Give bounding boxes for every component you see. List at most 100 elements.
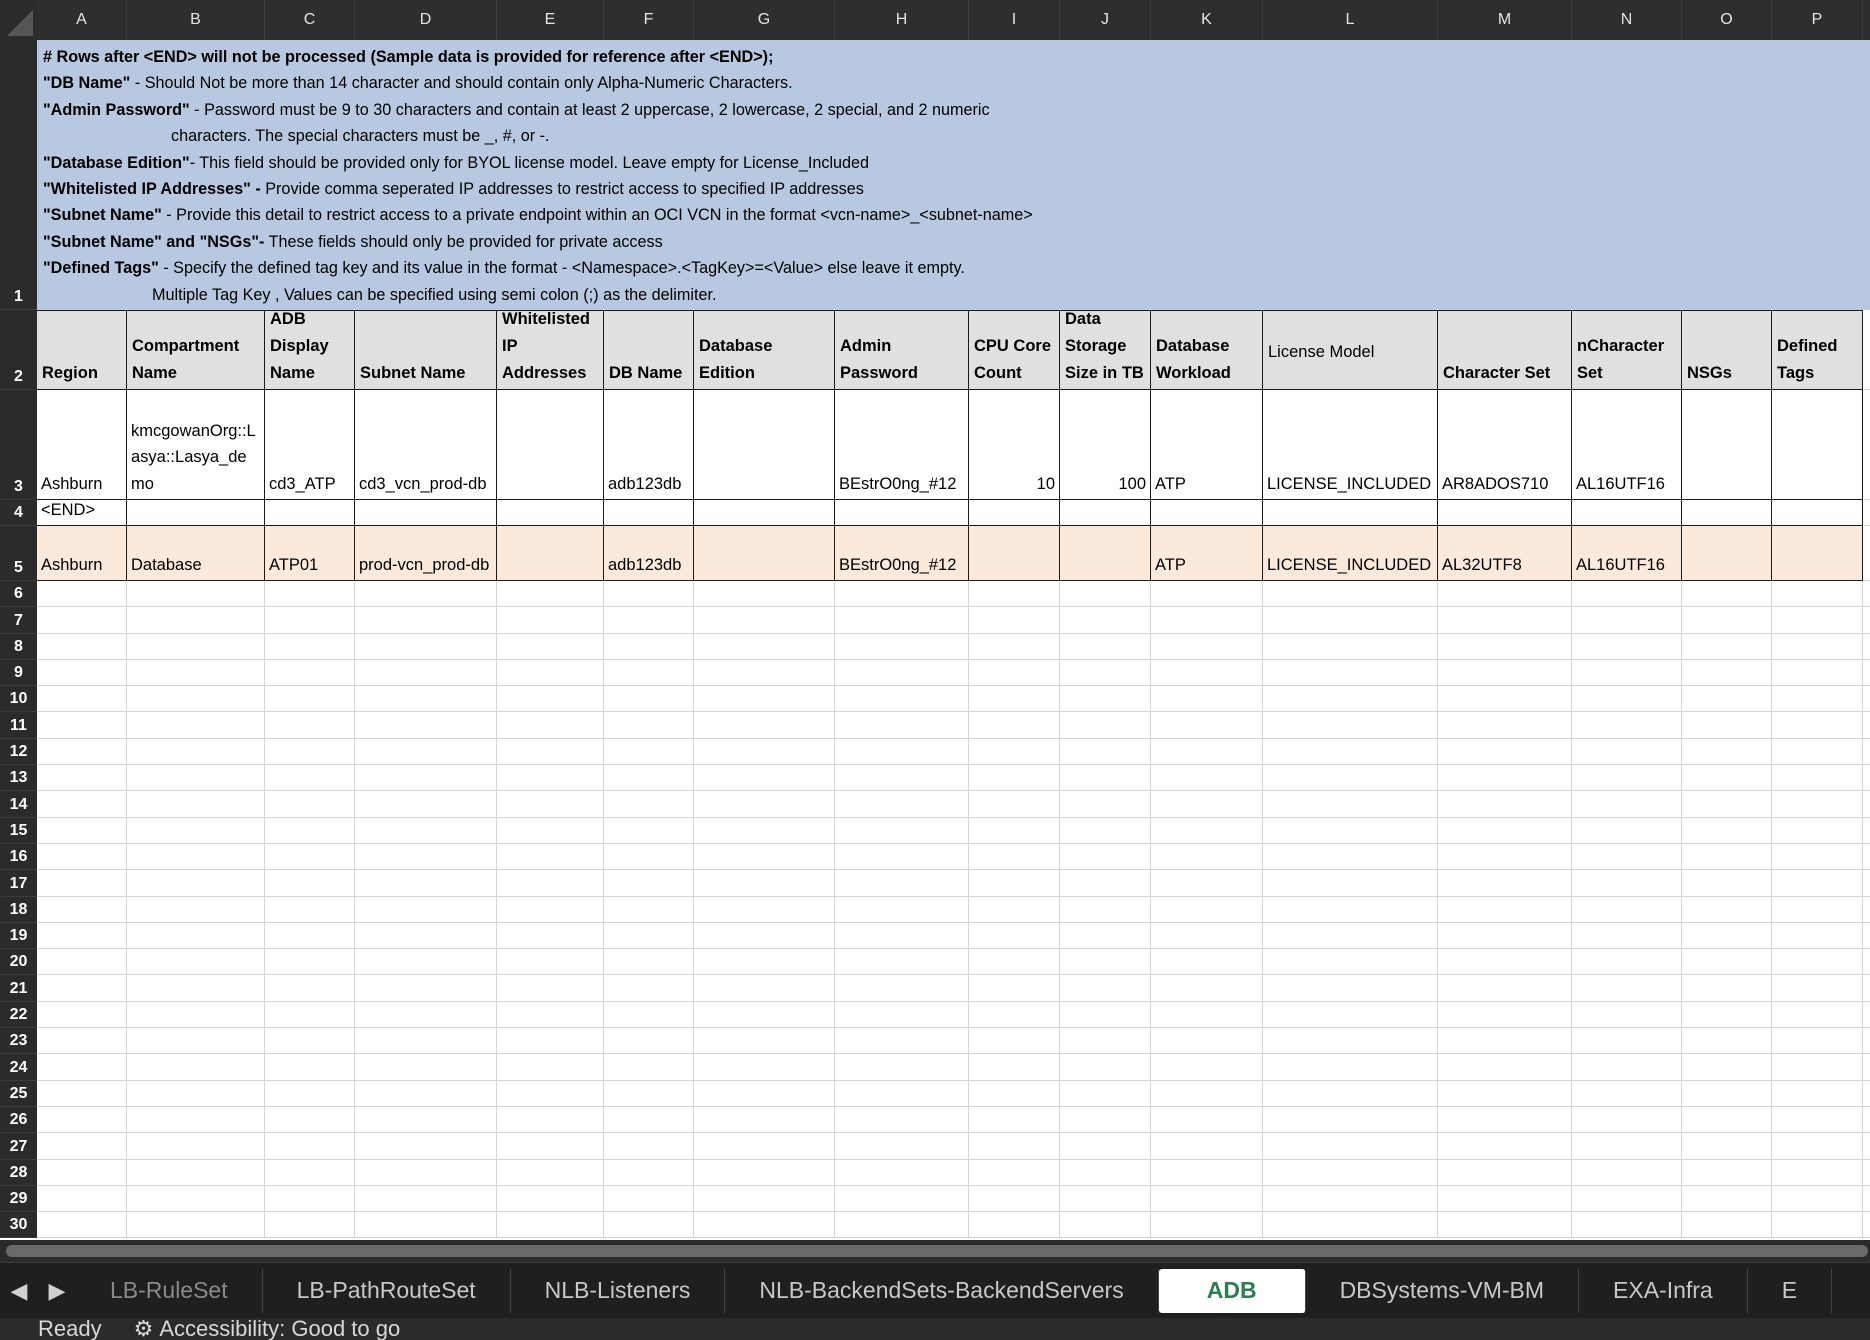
table-cell[interactable] bbox=[1263, 500, 1438, 526]
table-cell[interactable] bbox=[694, 1185, 835, 1213]
table-cell[interactable] bbox=[1682, 738, 1772, 766]
table-cell[interactable]: BEstrO0ng_#12 bbox=[835, 526, 969, 581]
table-cell[interactable] bbox=[37, 686, 127, 713]
table-cell[interactable] bbox=[1572, 500, 1682, 526]
table-cell[interactable] bbox=[1682, 1001, 1772, 1029]
prev-sheet-icon[interactable]: ◀ bbox=[0, 1271, 38, 1311]
column-title-cell[interactable]: DB Name bbox=[604, 310, 694, 390]
table-cell[interactable] bbox=[835, 1185, 969, 1213]
table-cell[interactable] bbox=[1682, 975, 1772, 1002]
table-cell[interactable] bbox=[1438, 949, 1572, 976]
table-cell[interactable] bbox=[969, 1106, 1060, 1134]
table-cell[interactable]: ATP bbox=[1151, 526, 1263, 581]
table-cell[interactable] bbox=[1572, 896, 1682, 923]
row-header[interactable]: 26 bbox=[0, 1106, 37, 1134]
table-cell[interactable] bbox=[355, 1133, 497, 1160]
table-cell[interactable] bbox=[969, 1212, 1060, 1239]
table-cell[interactable] bbox=[1572, 738, 1682, 766]
accessibility-icon[interactable]: ⚙ bbox=[102, 1318, 160, 1340]
table-cell[interactable] bbox=[1151, 712, 1263, 739]
table-cell[interactable] bbox=[969, 1001, 1060, 1029]
table-cell[interactable] bbox=[127, 581, 265, 608]
table-cell[interactable] bbox=[604, 765, 694, 792]
table-cell[interactable] bbox=[694, 975, 835, 1002]
table-cell[interactable] bbox=[1060, 712, 1151, 739]
table-cell[interactable] bbox=[1438, 922, 1572, 950]
table-cell[interactable] bbox=[1572, 1001, 1682, 1029]
table-cell[interactable] bbox=[604, 738, 694, 766]
table-cell[interactable] bbox=[497, 1054, 604, 1081]
row-header[interactable]: 22 bbox=[0, 1001, 37, 1029]
table-cell[interactable] bbox=[265, 712, 355, 739]
table-cell[interactable] bbox=[1438, 1106, 1572, 1134]
table-cell[interactable] bbox=[127, 1054, 265, 1081]
table-cell[interactable]: AL32UTF8 bbox=[1438, 526, 1572, 581]
table-cell[interactable] bbox=[1263, 1159, 1438, 1186]
table-cell[interactable] bbox=[1438, 1185, 1572, 1213]
row-header[interactable]: 15 bbox=[0, 817, 37, 844]
table-cell[interactable] bbox=[1863, 818, 1870, 844]
table-cell[interactable] bbox=[497, 686, 604, 713]
table-cell[interactable] bbox=[37, 659, 127, 687]
table-cell[interactable] bbox=[1438, 1159, 1572, 1186]
table-cell[interactable] bbox=[1572, 765, 1682, 792]
table-cell[interactable] bbox=[694, 390, 835, 500]
column-header[interactable]: A bbox=[37, 0, 127, 40]
table-cell[interactable] bbox=[265, 607, 355, 634]
table-cell[interactable]: cd3_vcn_prod-db bbox=[355, 390, 497, 500]
table-cell[interactable] bbox=[265, 791, 355, 818]
table-cell[interactable] bbox=[127, 712, 265, 739]
table-cell[interactable] bbox=[1438, 1001, 1572, 1029]
table-cell[interactable] bbox=[969, 633, 1060, 660]
table-cell[interactable] bbox=[127, 1185, 265, 1213]
table-cell[interactable] bbox=[1060, 1080, 1151, 1107]
table-cell[interactable] bbox=[604, 1106, 694, 1134]
table-cell[interactable] bbox=[265, 1185, 355, 1213]
column-title-cell[interactable]: Admin Password bbox=[835, 310, 969, 390]
sheet-tab[interactable]: LB-PathRouteSet bbox=[263, 1268, 511, 1313]
row-header[interactable]: 3 bbox=[0, 390, 37, 500]
table-cell[interactable] bbox=[1151, 607, 1263, 634]
table-cell[interactable] bbox=[265, 686, 355, 713]
row-header[interactable]: 29 bbox=[0, 1185, 37, 1213]
table-cell[interactable] bbox=[835, 765, 969, 792]
table-cell[interactable]: prod-vcn_prod-db bbox=[355, 526, 497, 581]
table-cell[interactable] bbox=[1772, 390, 1863, 500]
table-cell[interactable] bbox=[1682, 1106, 1772, 1134]
table-cell[interactable]: adb123db bbox=[604, 390, 694, 500]
column-header[interactable]: O bbox=[1682, 0, 1772, 40]
table-cell[interactable] bbox=[1438, 500, 1572, 526]
table-cell[interactable] bbox=[497, 949, 604, 976]
table-cell[interactable] bbox=[1438, 975, 1572, 1002]
table-cell[interactable] bbox=[1060, 607, 1151, 634]
table-cell[interactable] bbox=[497, 1001, 604, 1029]
table-cell[interactable] bbox=[1682, 1133, 1772, 1160]
table-cell[interactable] bbox=[1772, 817, 1863, 844]
table-cell[interactable] bbox=[1863, 390, 1870, 500]
table-cell[interactable] bbox=[37, 1028, 127, 1055]
table-cell[interactable] bbox=[969, 659, 1060, 687]
table-cell[interactable] bbox=[355, 1212, 497, 1239]
table-cell[interactable] bbox=[37, 1080, 127, 1107]
table-cell[interactable] bbox=[1151, 1028, 1263, 1055]
table-cell[interactable] bbox=[1772, 791, 1863, 818]
table-cell[interactable] bbox=[835, 686, 969, 713]
table-cell[interactable] bbox=[497, 1106, 604, 1134]
table-cell[interactable] bbox=[265, 1001, 355, 1029]
table-cell[interactable] bbox=[1772, 1185, 1863, 1213]
table-cell[interactable] bbox=[1772, 526, 1863, 581]
column-title-cell[interactable]: Character Set bbox=[1438, 310, 1572, 390]
table-cell[interactable] bbox=[127, 870, 265, 897]
table-cell[interactable] bbox=[1263, 659, 1438, 687]
table-cell[interactable] bbox=[1060, 1133, 1151, 1160]
table-cell[interactable] bbox=[497, 922, 604, 950]
table-cell[interactable] bbox=[694, 1028, 835, 1055]
table-cell[interactable] bbox=[1151, 870, 1263, 897]
column-title-cell[interactable]: Compartment Name bbox=[127, 310, 265, 390]
table-cell[interactable] bbox=[37, 738, 127, 766]
table-cell[interactable] bbox=[1572, 1106, 1682, 1134]
table-cell[interactable] bbox=[1572, 1212, 1682, 1239]
table-cell[interactable] bbox=[1772, 922, 1863, 950]
table-cell[interactable] bbox=[835, 1080, 969, 1107]
table-cell[interactable] bbox=[604, 791, 694, 818]
